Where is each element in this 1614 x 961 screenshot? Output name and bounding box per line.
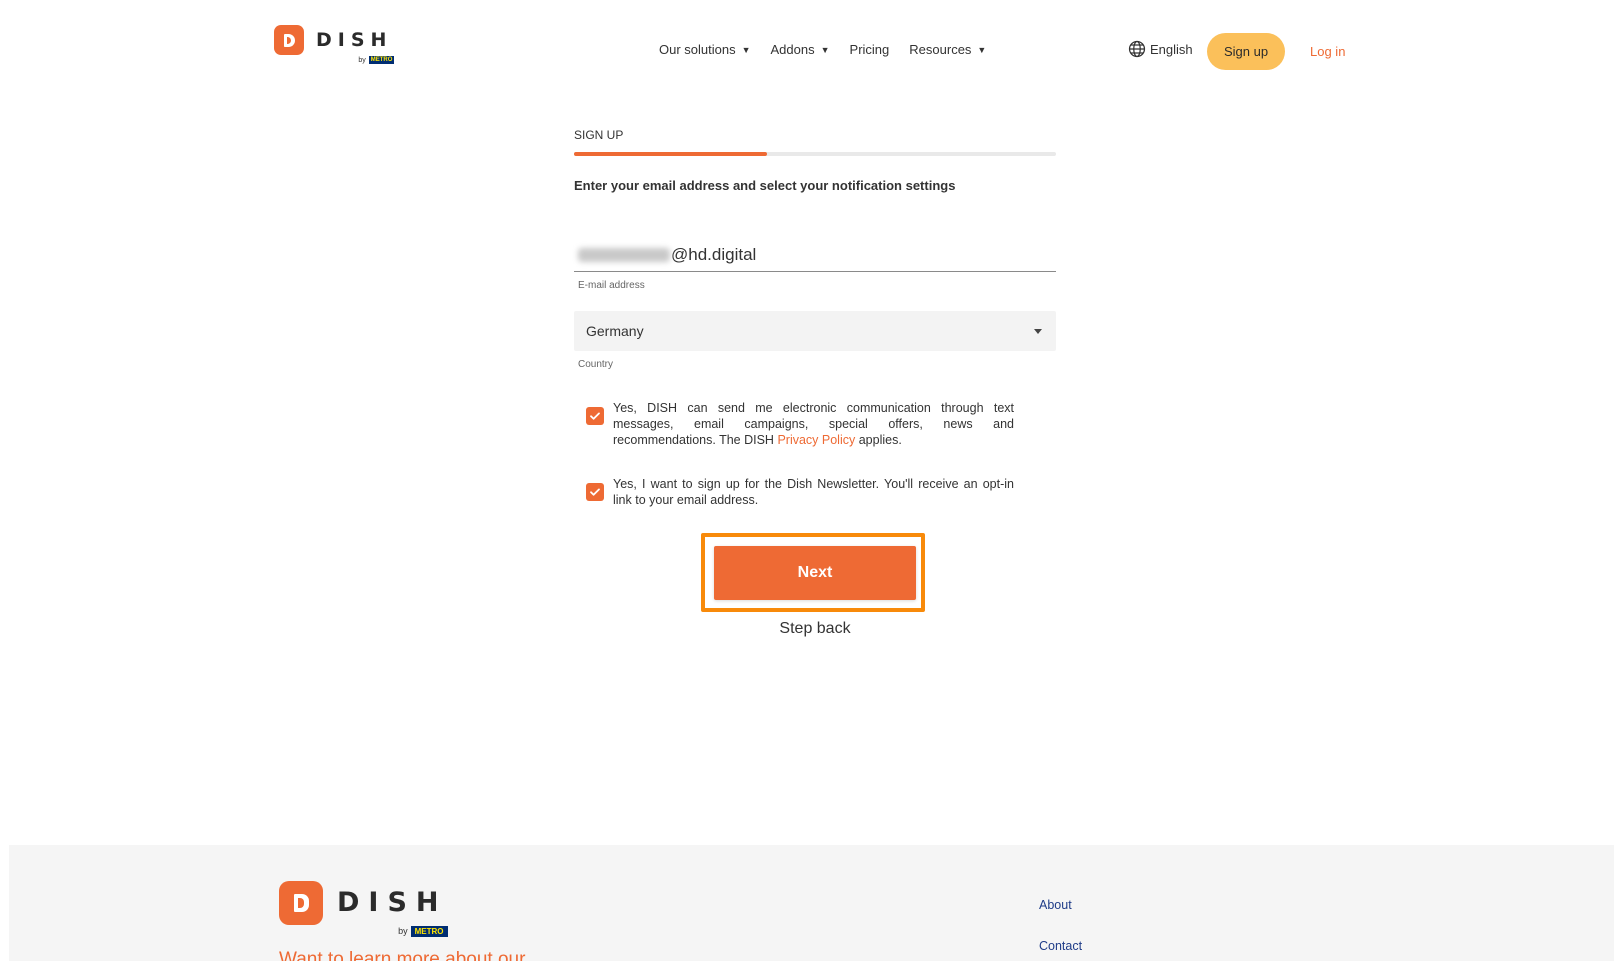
nav-pricing[interactable]: Pricing bbox=[850, 42, 890, 57]
consent-communication-checkbox[interactable] bbox=[586, 407, 604, 425]
footer-tagline: Want to learn more about our bbox=[279, 949, 526, 961]
language-label: English bbox=[1150, 41, 1193, 57]
footer-about-link[interactable]: About bbox=[1039, 898, 1072, 912]
form-instruction: Enter your email address and select your… bbox=[574, 178, 956, 193]
blurred-email-local-part bbox=[578, 248, 670, 262]
email-field[interactable]: @hd.digital bbox=[574, 239, 1056, 272]
log-in-link[interactable]: Log in bbox=[1310, 44, 1345, 59]
dish-logo-icon bbox=[274, 25, 304, 55]
signup-form: SIGN UP Enter your email address and sel… bbox=[574, 128, 1056, 508]
privacy-policy-link[interactable]: Privacy Policy bbox=[777, 433, 855, 447]
by-metro: by METRO bbox=[398, 926, 448, 938]
consent-newsletter-checkbox[interactable] bbox=[586, 483, 604, 501]
sign-up-button[interactable]: Sign up bbox=[1207, 33, 1285, 70]
progress-bar bbox=[574, 152, 1056, 156]
dish-logo[interactable]: DISH by METRO bbox=[274, 25, 395, 64]
consent-communication: Yes, DISH can send me electronic communi… bbox=[586, 400, 1014, 448]
caret-down-icon bbox=[1034, 328, 1042, 334]
consent-newsletter-text: Yes, I want to sign up for the Dish News… bbox=[613, 477, 1014, 507]
logo-wordmark: DISH bbox=[316, 29, 393, 51]
next-button[interactable]: Next bbox=[714, 546, 916, 600]
nav-addons[interactable]: Addons ▼ bbox=[771, 42, 830, 57]
nav-our-solutions[interactable]: Our solutions ▼ bbox=[659, 42, 751, 57]
footer-logo-wordmark: DISH bbox=[337, 887, 448, 918]
language-selector[interactable]: English bbox=[1128, 40, 1193, 58]
checkmark-icon bbox=[590, 488, 600, 496]
email-value: @hd.digital bbox=[671, 245, 757, 264]
checkmark-icon bbox=[590, 412, 600, 420]
country-select[interactable]: Germany bbox=[574, 311, 1056, 351]
caret-down-icon: ▼ bbox=[820, 44, 830, 55]
main-nav: Our solutions ▼ Addons ▼ Pricing Resourc… bbox=[659, 42, 986, 57]
progress-fill bbox=[574, 152, 767, 156]
caret-down-icon: ▼ bbox=[977, 44, 987, 55]
country-label: Country bbox=[578, 359, 614, 370]
dish-logo-icon bbox=[279, 881, 323, 925]
globe-icon bbox=[1128, 40, 1146, 58]
step-label: SIGN UP bbox=[574, 128, 624, 142]
step-back-link[interactable]: Step back bbox=[774, 620, 856, 638]
nav-resources[interactable]: Resources ▼ bbox=[909, 42, 986, 57]
footer-contact-link[interactable]: Contact bbox=[1039, 939, 1082, 953]
by-metro: by METRO bbox=[358, 56, 395, 64]
email-label: E-mail address bbox=[578, 280, 645, 291]
consent-newsletter: Yes, I want to sign up for the Dish News… bbox=[586, 476, 1014, 508]
footer: DISH by METRO Want to learn more about ou… bbox=[9, 845, 1614, 961]
consent-communication-text: Yes, DISH can send me electronic communi… bbox=[613, 401, 1014, 447]
footer-dish-logo[interactable]: DISH by METRO bbox=[279, 881, 448, 938]
caret-down-icon: ▼ bbox=[741, 44, 751, 55]
country-value: Germany bbox=[586, 323, 644, 339]
